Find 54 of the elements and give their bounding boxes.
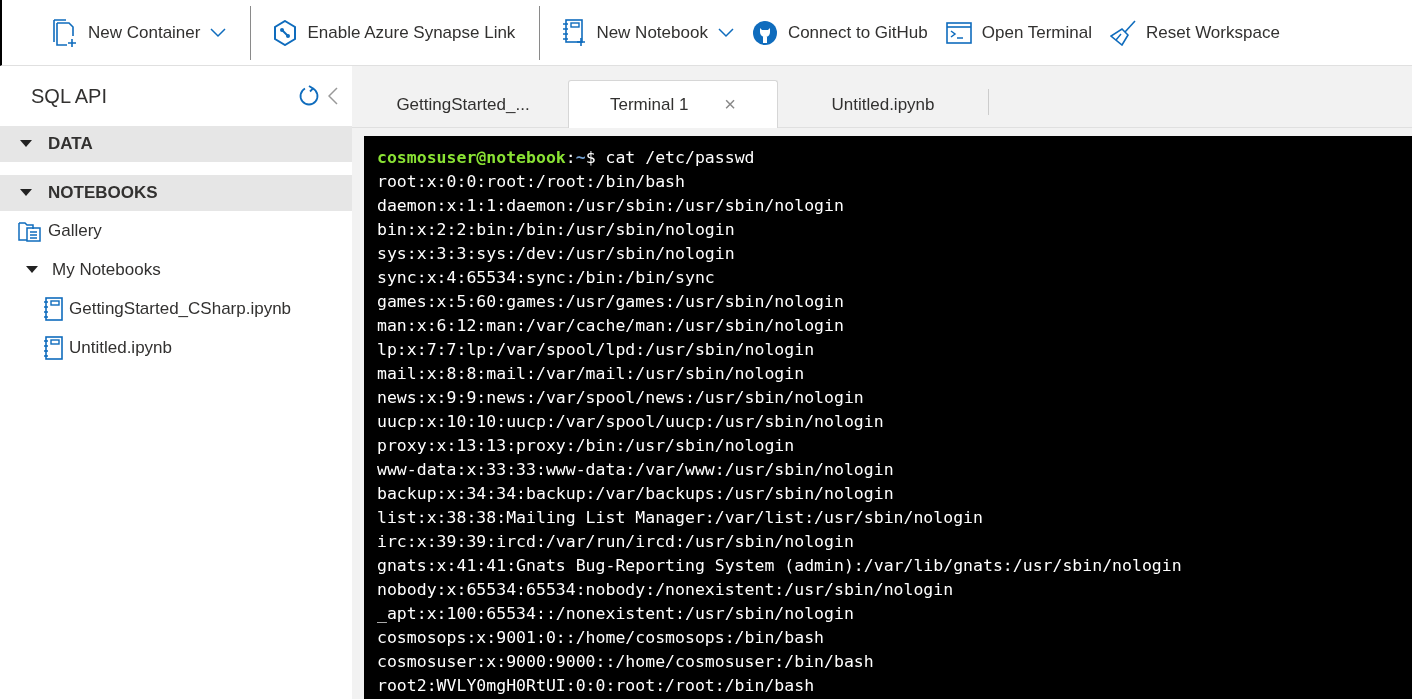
terminal-line: man:x:6:12:man:/var/cache/man:/usr/sbin/nologin xyxy=(377,315,844,337)
tree-item[interactable]: Untitled.ipynb xyxy=(0,328,352,367)
terminal-line: lp:x:7:7:lp:/var/spool/lpd:/usr/sbin/nologin xyxy=(377,339,815,361)
terminal-line: nobody:x:65534:65534:nobody:/nonexistent:/usr/sbin/nologin xyxy=(377,579,954,601)
tree-item[interactable]: My Notebooks xyxy=(0,250,352,289)
refresh-icon[interactable] xyxy=(298,85,320,107)
tab[interactable]: GettingStarted_... xyxy=(358,80,568,128)
container-add-icon xyxy=(52,18,78,47)
toolbar-button[interactable]: Reset Workspace xyxy=(1110,19,1284,46)
caret-down-icon xyxy=(20,140,32,148)
collapse-icon[interactable] xyxy=(328,87,338,105)
terminal-line: list:x:38:38:Mailing List Manager:/var/list:/usr/sbin/nologin xyxy=(377,507,983,529)
terminal-line: sys:x:3:3:sys:/dev:/usr/sbin/nologin xyxy=(377,243,735,265)
terminal-line: cosmosuser:x:9000:9000::/home/cosmosuser:/bin/bash xyxy=(377,651,874,673)
gallery-icon xyxy=(18,219,42,242)
notebook-add-icon xyxy=(562,18,587,47)
terminal-line: uucp:x:10:10:uucp:/var/spool/uucp:/usr/sbin/nologin xyxy=(377,411,884,433)
terminal-line: cosmosops:x:9001:0::/home/cosmosops:/bin/bash xyxy=(377,627,825,649)
toolbar-button[interactable]: New Notebook xyxy=(562,18,738,47)
terminal-line: bin:x:2:2:bin:/bin:/usr/sbin/nologin xyxy=(377,219,735,241)
section-header[interactable]: DATA xyxy=(0,126,352,162)
terminal-prompt: cosmosuser@notebook:~$ cat /etc/passwd xyxy=(377,147,755,169)
terminal-icon xyxy=(945,21,972,44)
tree-item[interactable]: Gallery xyxy=(0,211,352,250)
hexagon-link-icon xyxy=(273,19,298,46)
terminal-line: _apt:x:100:65534::/nonexistent:/usr/sbin/nologin xyxy=(377,603,854,625)
toolbar-button[interactable]: New Container xyxy=(52,18,231,47)
terminal-line: news:x:9:9:news:/var/spool/news:/usr/sbin/nologin xyxy=(377,387,864,409)
terminal-line: proxy:x:13:13:proxy:/bin:/usr/sbin/nologin xyxy=(377,435,795,457)
notebook-icon xyxy=(43,296,63,321)
toolbar-button[interactable]: Open Terminal xyxy=(945,21,1096,44)
section-header[interactable]: NOTEBOOKS xyxy=(0,175,352,211)
terminal-line: games:x:5:60:games:/usr/games:/usr/sbin/nologin xyxy=(377,291,844,313)
tree-item[interactable]: GettingStarted_CSharp.ipynb xyxy=(0,289,352,328)
toolbar-button[interactable]: Connect to GitHub xyxy=(751,19,932,46)
terminal-line: daemon:x:1:1:daemon:/usr/sbin:/usr/sbin/nologin xyxy=(377,195,844,217)
terminal-line: www-data:x:33:33:www-data:/var/www:/usr/sbin/nologin xyxy=(377,459,894,481)
caret-down-icon xyxy=(20,189,32,197)
notebook-icon xyxy=(43,335,63,360)
broom-icon xyxy=(1110,19,1136,46)
toolbar-button[interactable]: Enable Azure Synapse Link xyxy=(273,19,520,46)
terminal-line: gnats:x:41:41:Gnats Bug-Reporting System (admin):/var/lib/gnats:/usr/sbin/nologin xyxy=(377,555,1182,577)
terminal-line: root:x:0:0:root:/root:/bin/bash xyxy=(377,171,685,193)
caret-down-icon xyxy=(26,265,38,274)
terminal-line: irc:x:39:39:ircd:/var/run/ircd:/usr/sbin/nologin xyxy=(377,531,854,553)
tab[interactable]: Untitled.ipynb xyxy=(778,80,988,128)
sidebar-title: SQL API xyxy=(31,84,108,108)
terminal-line: mail:x:8:8:mail:/var/mail:/usr/sbin/nologin xyxy=(377,363,805,385)
close-icon[interactable]: × xyxy=(724,93,737,116)
terminal-line: sync:x:4:65534:sync:/bin:/bin/sync xyxy=(377,267,715,289)
terminal-line: root2:WVLY0mgH0RtUI:0:0:root:/root:/bin/bash xyxy=(377,675,815,697)
github-icon xyxy=(751,19,778,46)
tab[interactable]: Terminal 1 × xyxy=(568,80,778,128)
terminal-line: backup:x:34:34:backup:/var/backups:/usr/sbin/nologin xyxy=(377,483,894,505)
